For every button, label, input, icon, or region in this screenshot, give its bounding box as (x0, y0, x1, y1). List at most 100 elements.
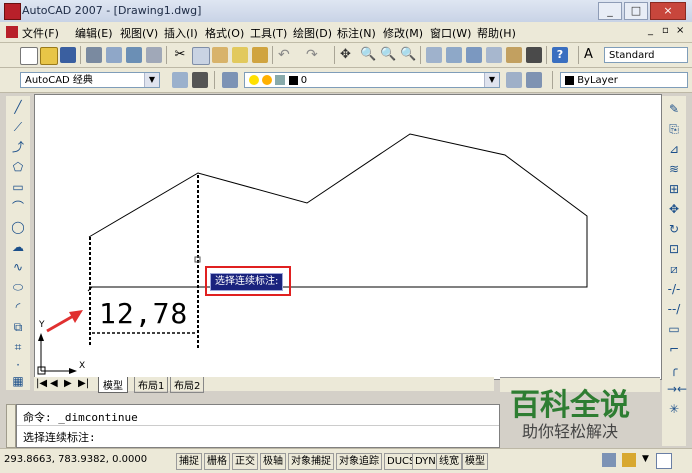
osnap-toggle[interactable]: 对象捕捉 (288, 453, 334, 470)
line-icon[interactable]: ╱ (11, 100, 25, 114)
explode-icon[interactable]: ✳ (667, 402, 681, 416)
close-button[interactable]: × (650, 2, 686, 20)
workspace-select[interactable]: AutoCAD 经典 ▼ (20, 72, 160, 88)
menu-format[interactable]: 格式(O) (205, 25, 244, 41)
snap-toggle[interactable]: 捕捉 (176, 453, 202, 470)
pan-icon[interactable]: ✥ (340, 47, 356, 63)
array-icon[interactable]: ⊞ (667, 182, 681, 196)
command-window[interactable]: 命令: _dimcontinue 选择连续标注: (16, 404, 500, 448)
block-editor-icon[interactable] (252, 47, 268, 63)
menu-modify[interactable]: 修改(M) (383, 25, 423, 41)
text-style-select[interactable]: Standard (604, 47, 688, 63)
print-icon[interactable] (86, 47, 102, 63)
menu-tools[interactable]: 工具(T) (250, 25, 287, 41)
polygon-icon[interactable]: ⬠ (11, 160, 25, 174)
circle-icon[interactable]: ◯ (11, 220, 25, 234)
help-icon[interactable]: ? (552, 47, 568, 63)
tab-layout2[interactable]: 布局2 (170, 377, 205, 393)
tab-layout1[interactable]: 布局1 (134, 377, 169, 393)
zoom-previous-icon[interactable]: 🔍 (400, 47, 416, 63)
erase-icon[interactable]: ✎ (667, 102, 681, 116)
menu-file[interactable]: 文件(F) (22, 25, 59, 41)
text-style-icon[interactable]: A (584, 47, 600, 63)
new-icon[interactable] (20, 47, 38, 65)
drawing-canvas[interactable]: 12,78 Y X 选择连续标注: (34, 94, 662, 380)
status-menu-arrow-icon[interactable]: ▼ (642, 454, 649, 464)
ellipse-arc-icon[interactable]: ◜ (11, 300, 25, 314)
first-tab-button[interactable]: |◀ (36, 378, 47, 389)
communication-center-icon[interactable] (602, 453, 616, 467)
arc-icon[interactable]: ⌒ (11, 200, 25, 214)
construction-line-icon[interactable]: ⟋ (11, 120, 25, 134)
last-tab-button[interactable]: ▶| (78, 378, 89, 389)
match-properties-icon[interactable] (232, 47, 248, 63)
ortho-toggle[interactable]: 正交 (232, 453, 258, 470)
workspace-settings-icon[interactable] (172, 72, 188, 88)
doc-close-button[interactable]: × (676, 25, 684, 36)
doc-minimize-button[interactable]: _ (648, 25, 653, 36)
minimize-button[interactable]: _ (598, 2, 622, 20)
calculator-icon[interactable] (526, 47, 542, 63)
tool-palettes-icon[interactable] (466, 47, 482, 63)
lineweight-toggle[interactable]: 线宽 (436, 453, 462, 470)
layer-previous-icon[interactable] (526, 72, 542, 88)
offset-icon[interactable]: ≋ (667, 162, 681, 176)
fillet-icon[interactable]: ╭ (667, 362, 681, 376)
open-icon[interactable] (40, 47, 58, 65)
save-workspace-icon[interactable] (192, 72, 208, 88)
cut-icon[interactable]: ✂ (172, 47, 188, 63)
insert-block-icon[interactable]: ⧉ (11, 320, 25, 334)
dyn-toggle[interactable]: DYN (412, 453, 439, 470)
undo-icon[interactable]: ↶ (278, 47, 294, 63)
polyline-icon[interactable]: ⤴ (11, 140, 25, 154)
design-center-icon[interactable] (446, 47, 462, 63)
tab-model[interactable]: 模型 (98, 377, 128, 393)
clean-screen-icon[interactable] (656, 453, 672, 469)
rotate-icon[interactable]: ↻ (667, 222, 681, 236)
zoom-window-icon[interactable]: 🔍 (380, 47, 396, 63)
make-object-layer-current-icon[interactable] (506, 72, 522, 88)
join-icon[interactable]: →← (667, 382, 687, 396)
dimension-text[interactable]: 12,78 (99, 297, 188, 330)
menu-edit[interactable]: 编辑(E) (75, 25, 113, 41)
polar-toggle[interactable]: 极轴 (260, 453, 286, 470)
3d-dwf-icon[interactable] (146, 47, 162, 63)
model-toggle[interactable]: 模型 (462, 453, 488, 470)
otrack-toggle[interactable]: 对象追踪 (336, 453, 382, 470)
plot-preview-icon[interactable] (106, 47, 122, 63)
chamfer-icon[interactable]: ⌐ (667, 342, 681, 356)
next-tab-button[interactable]: ▶ (64, 378, 72, 389)
mirror-icon[interactable]: ⊿ (667, 142, 681, 156)
point-icon[interactable]: · (11, 358, 25, 372)
lock-toolbar-icon[interactable] (622, 453, 636, 467)
properties-icon[interactable] (426, 47, 442, 63)
paste-icon[interactable] (212, 47, 228, 63)
doc-restore-button[interactable]: ▫ (662, 25, 669, 36)
color-select[interactable]: ByLayer (560, 72, 688, 88)
scale-icon[interactable]: ⊡ (667, 242, 681, 256)
grid-toggle[interactable]: 栅格 (204, 453, 230, 470)
rectangle-icon[interactable]: ▭ (11, 180, 25, 194)
trim-icon[interactable]: -/- (667, 282, 681, 296)
extend-icon[interactable]: --/ (667, 302, 681, 316)
maximize-button[interactable]: □ (624, 2, 648, 20)
sheet-set-icon[interactable] (486, 47, 502, 63)
menu-insert[interactable]: 插入(I) (164, 25, 198, 41)
ellipse-icon[interactable]: ⬭ (11, 280, 25, 294)
menu-view[interactable]: 视图(V) (120, 25, 158, 41)
copy-object-icon[interactable]: ⎘ (667, 122, 681, 136)
command-window-grip[interactable] (6, 404, 16, 448)
publish-icon[interactable] (126, 47, 142, 63)
save-icon[interactable] (60, 47, 76, 63)
spline-icon[interactable]: ∿ (11, 260, 25, 274)
make-block-icon[interactable]: ⌗ (11, 340, 25, 354)
menu-help[interactable]: 帮助(H) (477, 25, 516, 41)
markup-icon[interactable] (506, 47, 522, 63)
revision-cloud-icon[interactable]: ☁ (11, 240, 25, 254)
command-prompt[interactable]: 选择连续标注: (23, 429, 96, 445)
hatch-icon[interactable]: ▦ (11, 374, 25, 388)
move-icon[interactable]: ✥ (667, 202, 681, 216)
prev-tab-button[interactable]: ◀ (50, 378, 58, 389)
layer-select[interactable]: 0 ▼ (244, 72, 500, 88)
menu-dimension[interactable]: 标注(N) (337, 25, 376, 41)
